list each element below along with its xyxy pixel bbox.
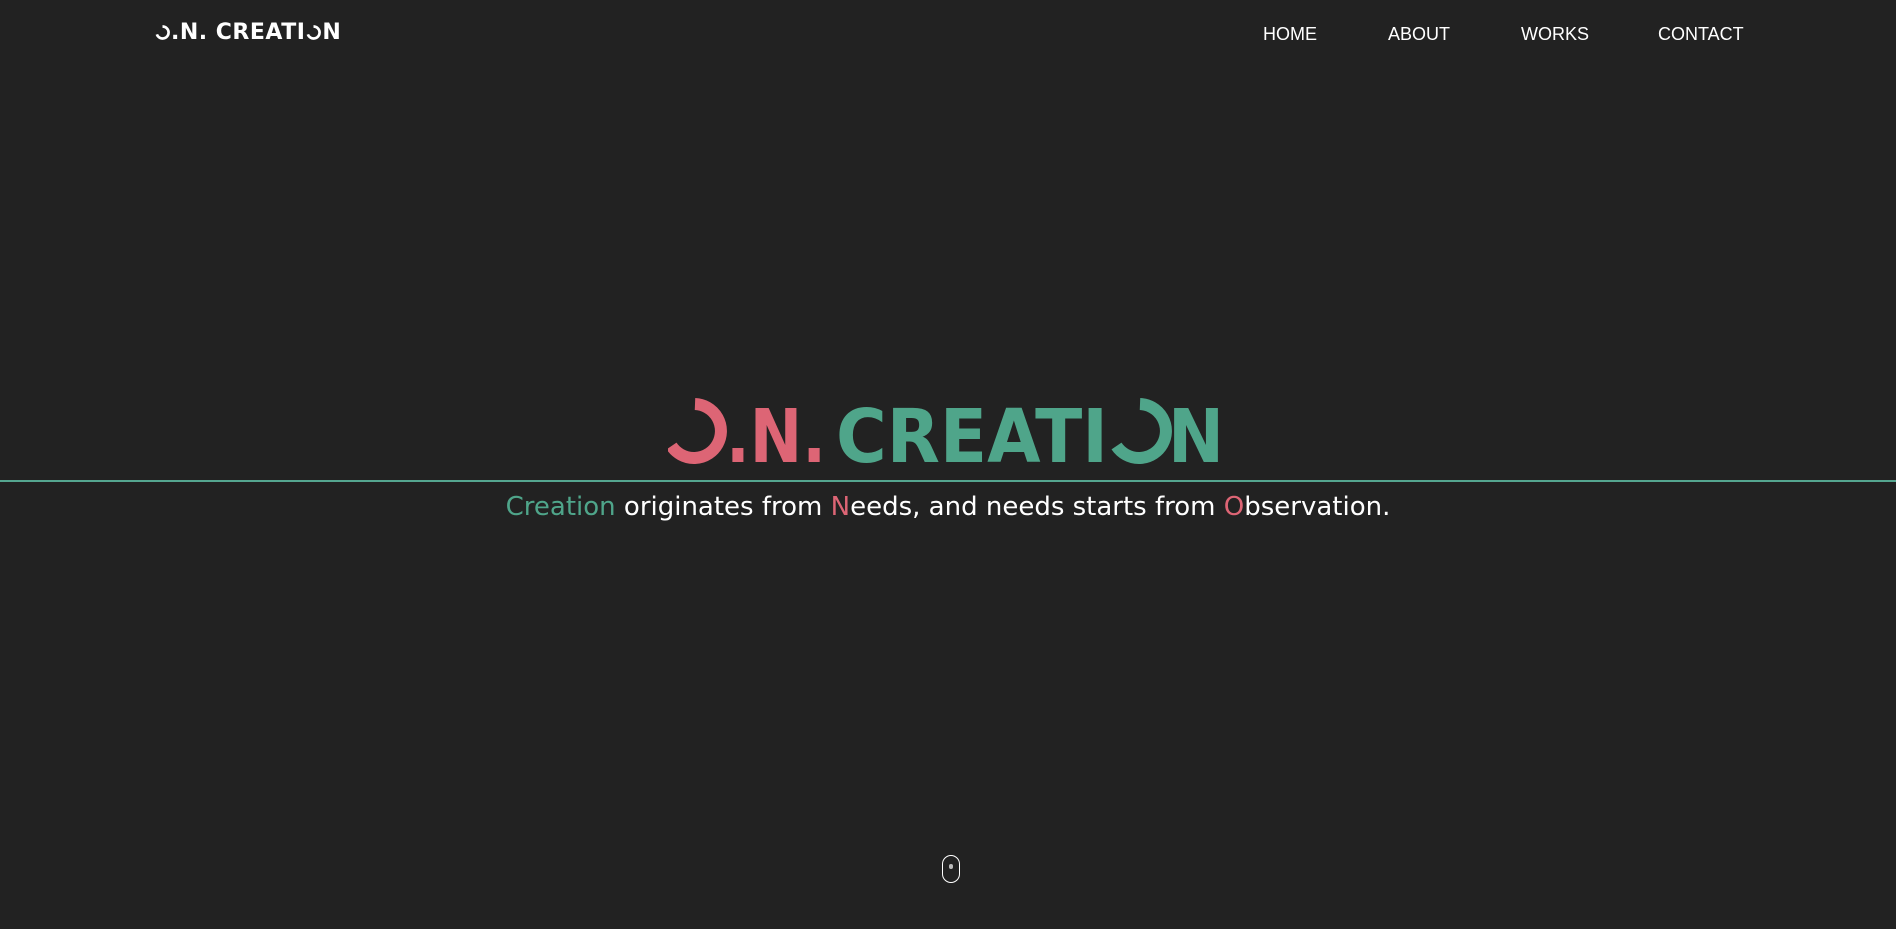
hero-divider xyxy=(0,480,1896,482)
brand-o2-icon xyxy=(307,24,322,40)
page: .N. CREATI N HOME ABOUT WORKS CONTACT .N… xyxy=(0,0,1896,929)
brand-text: .N. CREATI xyxy=(171,19,306,45)
nav-contact[interactable]: CONTACT xyxy=(1658,22,1744,46)
hero-logo-green-n: N xyxy=(1168,398,1224,466)
brand-logo[interactable]: .N. CREATI N xyxy=(155,18,341,46)
brand-text-n: N xyxy=(322,19,342,45)
tagline-text-2: eeds, and needs starts from xyxy=(850,492,1224,522)
tagline-text-3: bservation. xyxy=(1244,492,1391,522)
hero-logo-green-text: CREATI xyxy=(836,398,1108,466)
hero-tagline: Creation originates from Needs, and need… xyxy=(0,492,1896,522)
nav-about[interactable]: ABOUT xyxy=(1388,22,1450,46)
hero-logo-o-icon xyxy=(668,398,727,464)
tagline-accent-n: N xyxy=(830,492,851,522)
nav-works[interactable]: WORKS xyxy=(1521,22,1589,46)
hero-logo: .N. CREATI N xyxy=(0,398,1896,466)
scroll-wheel-dot xyxy=(949,864,953,869)
tagline-accent-creation: Creation xyxy=(505,492,616,522)
nav-home[interactable]: HOME xyxy=(1263,22,1317,46)
hero-logo-o2-icon xyxy=(1111,398,1172,464)
tagline-accent-o: O xyxy=(1223,492,1245,522)
mouse-scroll-icon[interactable] xyxy=(942,855,960,883)
hero-logo-pink-text: .N. xyxy=(726,398,826,466)
hero-logo-graphic: .N. CREATI N xyxy=(668,398,1224,466)
brand-o-icon xyxy=(155,24,170,40)
tagline-text-1: originates from xyxy=(615,492,831,522)
